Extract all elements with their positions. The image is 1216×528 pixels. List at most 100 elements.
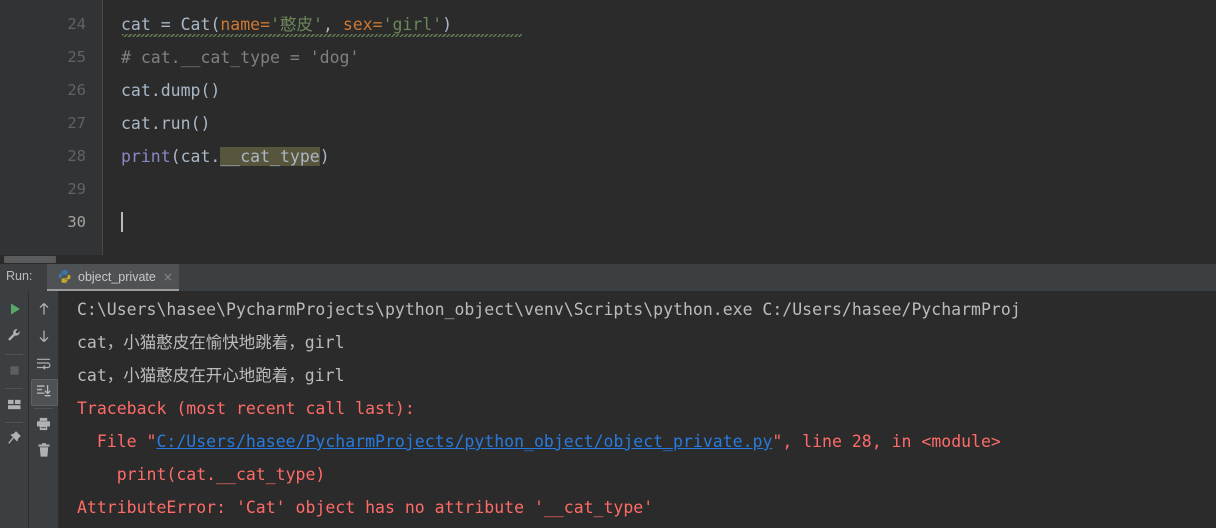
play-icon [8, 301, 22, 320]
inspection-squiggle [122, 34, 522, 37]
code-token: . [150, 114, 161, 133]
arrow-down-icon [37, 328, 51, 347]
run-tool-window-header: Run: object_private × [0, 264, 1216, 292]
code-token: = [160, 15, 181, 34]
console-text: cat，小猫憨皮在愉快地跳着，girl [77, 333, 345, 352]
code-token: , [322, 15, 343, 34]
wrench-icon [7, 328, 22, 347]
console-line: Traceback (most recent call last): [77, 392, 415, 425]
arrow-up-icon [37, 301, 51, 320]
python-icon [57, 269, 72, 284]
clear-all-button[interactable] [29, 439, 58, 466]
toolbar-separator [5, 388, 23, 389]
code-token: dump [160, 81, 201, 100]
up-button[interactable] [29, 297, 58, 324]
code-token: cat [121, 15, 161, 34]
soft-wrap-button[interactable] [29, 351, 58, 378]
code-token: Cat [180, 15, 211, 34]
code-token: ( [210, 15, 221, 34]
file-path-link[interactable]: C:/Users/hasee/PycharmProjects/python_ob… [156, 432, 772, 451]
console-text: ", line 28, in <module> [772, 432, 1001, 451]
code-token: ( [170, 147, 181, 166]
console-line: AttributeError: 'Cat' object has no attr… [77, 491, 653, 524]
code-line[interactable] [103, 206, 123, 239]
console-output[interactable]: C:\Users\hasee\PycharmProjects\python_ob… [58, 291, 1216, 528]
code-line[interactable]: cat.run() [103, 107, 210, 140]
pycharm-window: 24 25 26 27 28 29 30 cat = Cat(name='憨皮', sex=… [0, 0, 1216, 528]
pin-icon [7, 430, 22, 449]
editor-horizontal-scrollbar[interactable] [0, 255, 1216, 264]
run-tool-window: Run: object_private × C:\Users\hasee\Pyc… [0, 264, 1216, 528]
code-token: name [220, 15, 261, 34]
console-text: AttributeError: 'Cat' object has no attr… [77, 498, 654, 517]
console-text: C:\Users\hasee\PycharmProjects\python_ob… [77, 300, 1021, 319]
code-token: ) [442, 15, 453, 34]
console-line: C:\Users\hasee\PycharmProjects\python_ob… [77, 293, 1021, 326]
trash-icon [37, 443, 51, 462]
console-line: cat，小猫憨皮在开心地跑着，girl [77, 359, 345, 392]
console-line: File "C:/Users/hasee/PycharmProjects/pyt… [77, 425, 1001, 458]
code-token: = [372, 15, 383, 34]
line-number: 29 [67, 180, 86, 198]
stop-icon [8, 362, 21, 381]
line-number: 25 [67, 48, 86, 66]
line-number: 24 [67, 15, 86, 33]
rerun-button[interactable] [0, 297, 29, 324]
console-line: print(cat.__cat_type) [77, 458, 326, 491]
code-token: print [121, 147, 171, 166]
run-toolbar [0, 291, 58, 528]
line-number: 28 [67, 147, 86, 165]
code-text-area[interactable]: cat = Cat(name='憨皮', sex='girl') # cat.__… [103, 0, 1216, 264]
layout-button[interactable] [0, 392, 29, 419]
layout-icon [7, 396, 22, 415]
console-line: cat，小猫憨皮在愉快地跳着，girl [77, 326, 345, 359]
line-number: 27 [67, 114, 86, 132]
console-text: print(cat.__cat_type) [77, 465, 326, 484]
line-number: 30 [67, 213, 86, 231]
settings-button[interactable] [0, 324, 29, 351]
line-number: 26 [67, 81, 86, 99]
code-token: . [210, 147, 221, 166]
code-token: __cat_type [220, 147, 320, 166]
code-token: cat [121, 81, 151, 100]
console-text: File " [77, 432, 157, 451]
code-line[interactable]: # cat.__cat_type = 'dog' [103, 41, 359, 74]
code-token: . [150, 81, 161, 100]
code-line[interactable]: cat.dump() [103, 74, 220, 107]
code-token: # cat.__cat_type = 'dog' [121, 48, 360, 67]
close-icon[interactable]: × [163, 271, 173, 283]
code-token: run [160, 114, 191, 133]
run-tab-label: object_private [78, 269, 156, 284]
code-token: = [260, 15, 271, 34]
code-token: cat [180, 147, 211, 166]
code-token: 'girl' [382, 15, 443, 34]
run-toolbar-right-column [29, 291, 58, 528]
run-label: Run: [6, 269, 33, 283]
console-text: cat，小猫憨皮在开心地跑着，girl [77, 366, 345, 385]
code-token: () [200, 81, 221, 100]
toolbar-separator [5, 354, 23, 355]
stop-button[interactable] [0, 358, 29, 385]
editor-scrollbar-thumb[interactable] [4, 256, 56, 263]
code-token: () [190, 114, 211, 133]
run-tab-object-private[interactable]: object_private × [47, 264, 179, 291]
text-caret [121, 212, 123, 232]
code-token: ) [319, 147, 330, 166]
console-text: Traceback (most recent call last): [77, 399, 415, 418]
code-token: sex [342, 15, 373, 34]
soft-wrap-icon [36, 355, 51, 374]
toolbar-separator [5, 422, 23, 423]
pin-button[interactable] [0, 426, 29, 453]
code-editor[interactable]: 24 25 26 27 28 29 30 cat = Cat(name='憨皮', sex=… [0, 0, 1216, 264]
down-button[interactable] [29, 324, 58, 351]
editor-annotation-strip [0, 0, 26, 264]
code-line[interactable]: print(cat.__cat_type) [103, 140, 330, 173]
printer-icon [36, 416, 51, 435]
code-line[interactable] [103, 173, 121, 206]
line-number-gutter: 24 25 26 27 28 29 30 [26, 0, 103, 264]
scroll-to-end-button[interactable] [29, 378, 58, 406]
scroll-to-end-icon [36, 382, 51, 401]
print-button[interactable] [29, 412, 58, 439]
code-token: '憨皮' [270, 15, 323, 34]
code-token: cat [121, 114, 151, 133]
